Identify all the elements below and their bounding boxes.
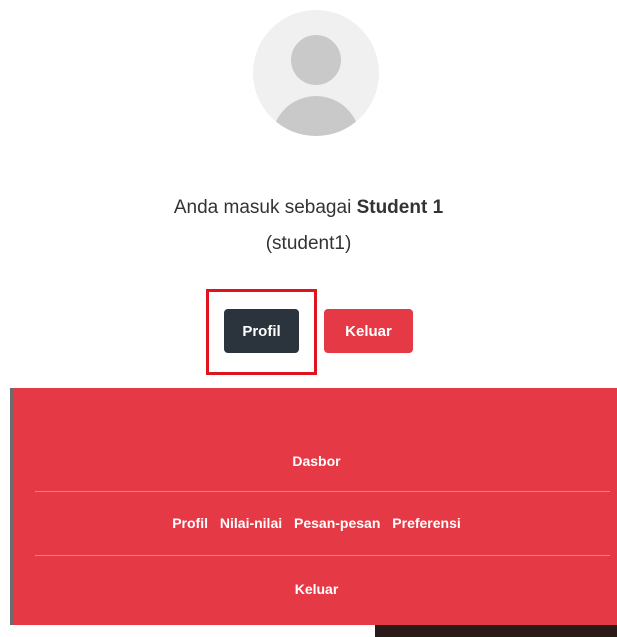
avatar-head [291,35,341,85]
menu-divider [35,555,610,556]
menu-links-row: Profil Nilai-nilai Pesan-pesan Preferens… [13,515,617,531]
user-avatar-icon [253,10,379,136]
username: (student1) [265,233,352,254]
menu-item-messages[interactable]: Pesan-pesan [294,515,380,531]
menu-item-dashboard[interactable]: Dasbor [13,453,617,469]
login-prefix: Anda masuk sebagai [173,197,352,218]
login-status-text: Anda masuk sebagai Student 1 [0,197,617,219]
menu-item-profile[interactable]: Profil [172,515,208,531]
menu-item-logout-label: Keluar [294,581,339,597]
menu-item-dashboard-label: Dasbor [292,453,341,469]
menu-item-grades[interactable]: Nilai-nilai [220,515,282,531]
user-display-name: Student 1 [356,197,444,218]
profile-button[interactable]: Profil [224,309,299,353]
background-image-edge [375,625,617,637]
user-menu-panel: Dasbor Profil Nilai-nilai Pesan-pesan Pr… [10,388,617,625]
menu-item-preferences[interactable]: Preferensi [392,515,460,531]
logout-button[interactable]: Keluar [324,309,413,353]
avatar-body [272,96,360,136]
menu-item-logout[interactable]: Keluar [13,581,617,597]
menu-divider [35,491,610,492]
